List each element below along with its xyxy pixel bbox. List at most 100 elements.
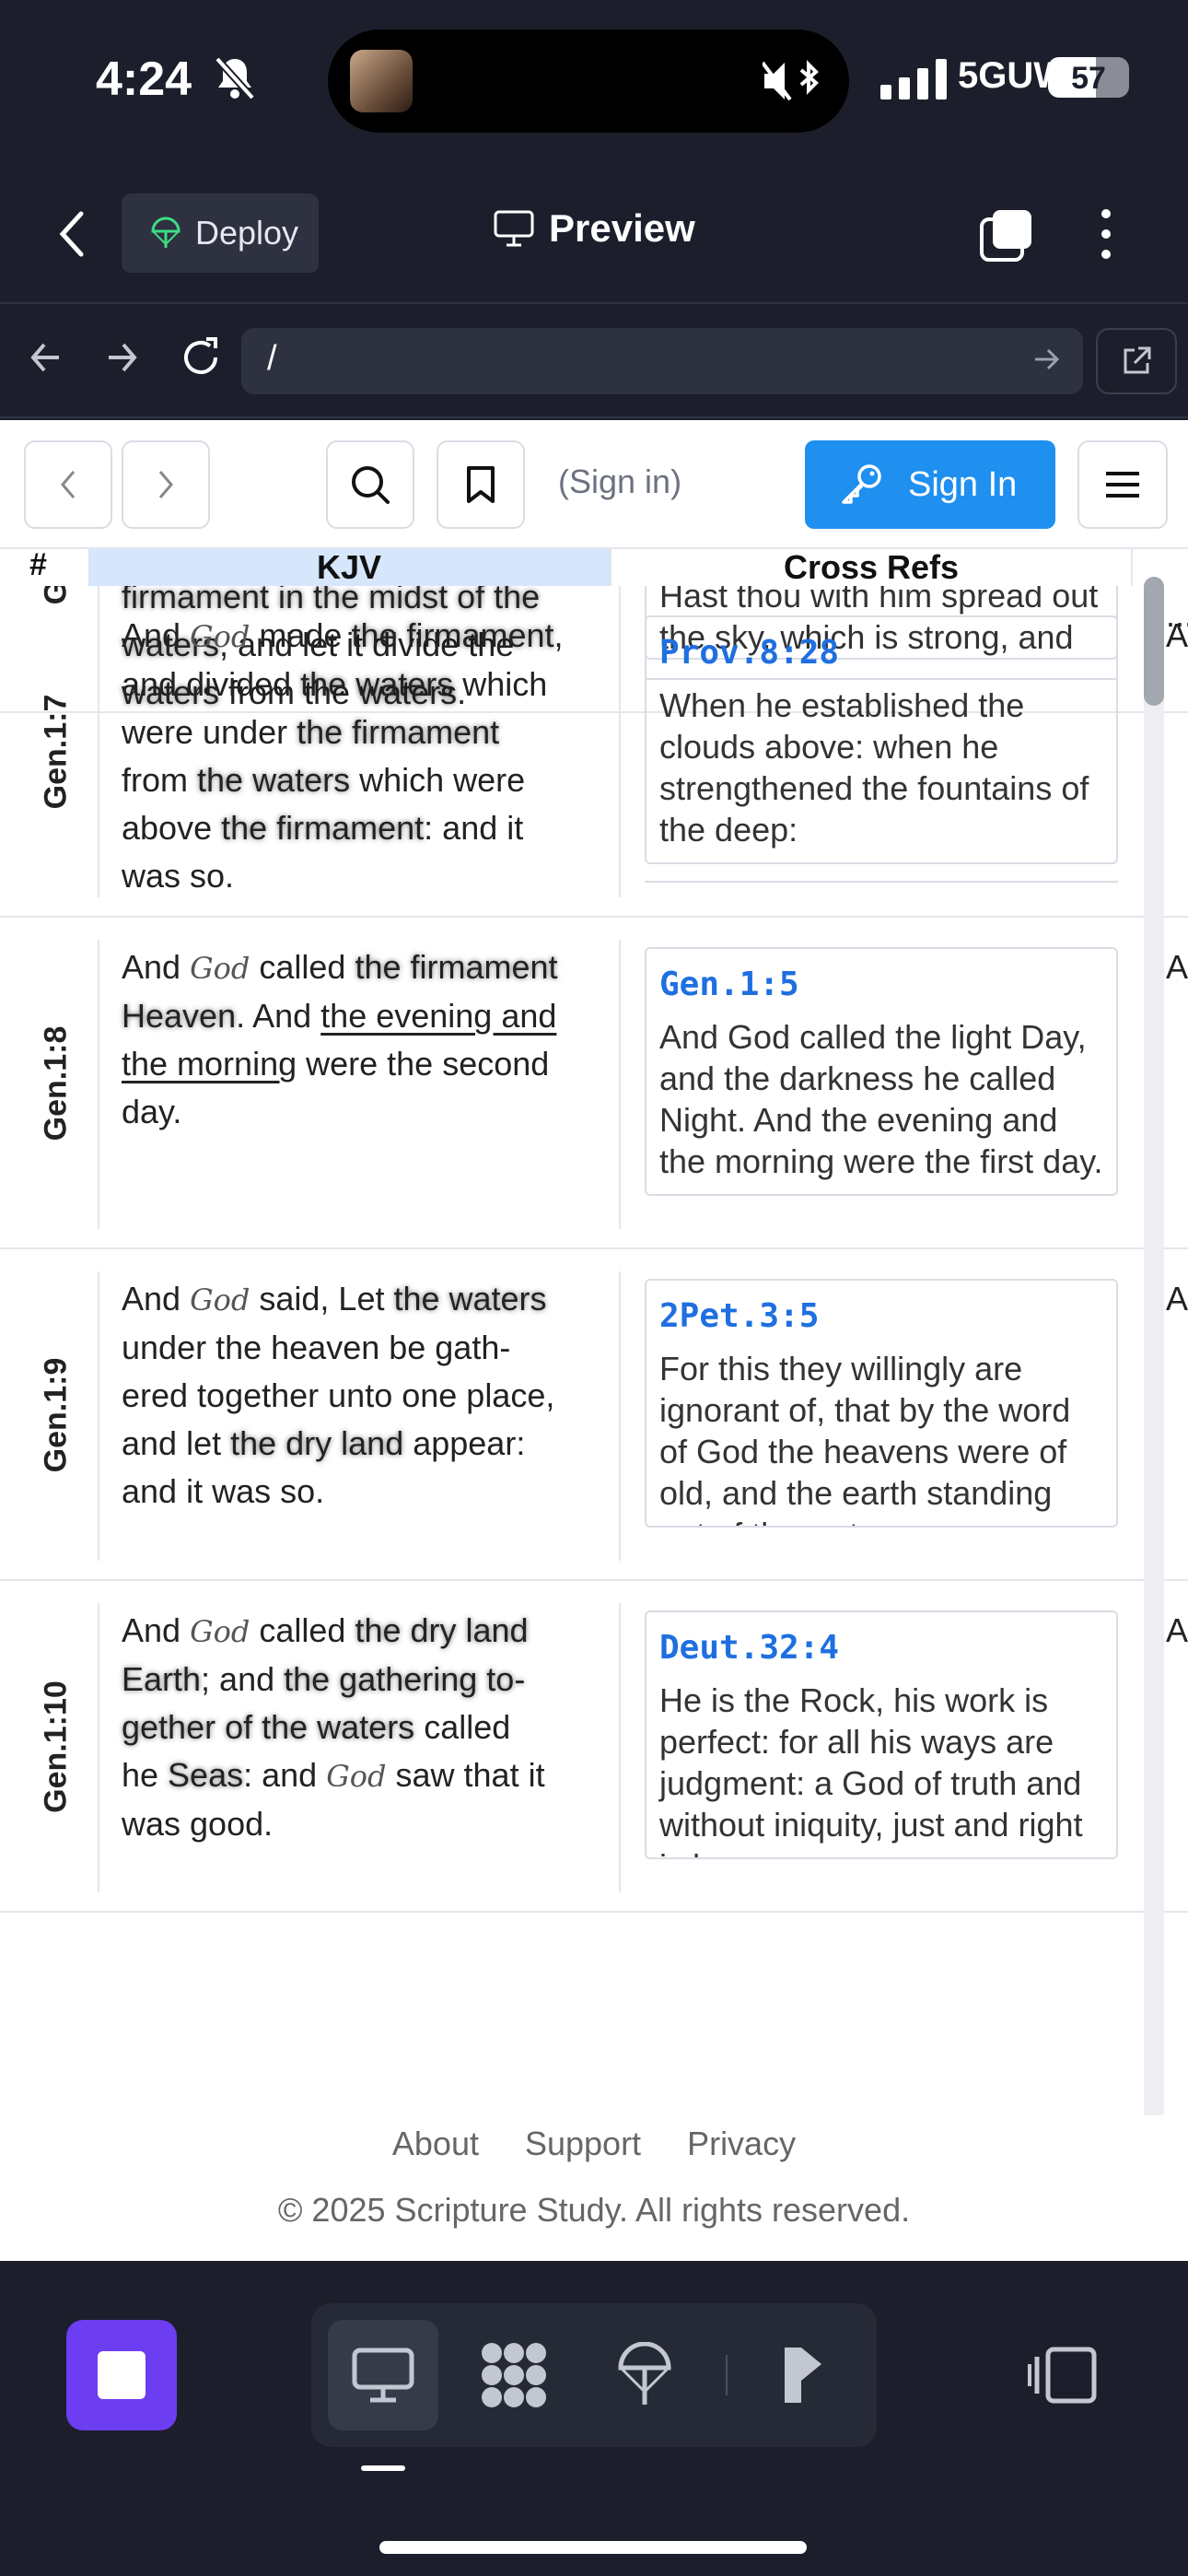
- footer-link-privacy[interactable]: Privacy: [687, 2125, 796, 2163]
- table-row: Gen.1:9 And God said, Let the waters und…: [0, 1249, 1188, 1581]
- verse-text: And God said, Let the waters under the h…: [122, 1280, 555, 1510]
- more-options-icon[interactable]: [1092, 206, 1120, 262]
- status-time: 4:24: [96, 53, 192, 106]
- verse-ref[interactable]: Gen.1:8: [33, 918, 79, 1249]
- table-row: Gen.1:10 And God called the dry land Ear…: [0, 1581, 1188, 1913]
- now-playing-artwork: [350, 50, 413, 112]
- nav-back-icon[interactable]: [28, 339, 64, 376]
- chevron-right-icon: [158, 471, 173, 498]
- cross-ref-text: He is the Rock, his work is perfect: for…: [659, 1681, 1083, 1857]
- preview-view-button[interactable]: [328, 2320, 438, 2430]
- open-external-button[interactable]: [1096, 328, 1177, 394]
- verse-ref[interactable]: Gen.1:10: [33, 1581, 79, 1913]
- signal-icon: [880, 59, 947, 100]
- vertical-scrollbar[interactable]: [1144, 577, 1164, 2121]
- split-pane-icon[interactable]: [1028, 2346, 1098, 2405]
- next-column-peek: A: [1166, 1280, 1188, 1317]
- deploy-icon: [618, 2342, 671, 2405]
- mute-bluetooth-icon: [763, 60, 819, 101]
- stop-button[interactable]: [66, 2320, 177, 2430]
- next-column-peek: A: [1166, 616, 1188, 654]
- verse-ref[interactable]: Gen.1:9: [33, 1249, 79, 1581]
- deploy-button[interactable]: Deploy: [122, 193, 319, 273]
- cross-ref-card[interactable]: 2Pet.3:5 For this they willingly are ign…: [645, 1279, 1118, 1528]
- view-switcher: [311, 2303, 877, 2447]
- status-bar: 4:24 5GUW 57: [0, 0, 1188, 166]
- table-header: # KJV Cross Refs: [0, 547, 1188, 586]
- deploy-view-button[interactable]: [589, 2320, 700, 2430]
- verse-text: And God called the firmament Heaven. And…: [122, 948, 558, 1130]
- menu-button[interactable]: [1077, 440, 1168, 529]
- footer-link-support[interactable]: Support: [525, 2125, 641, 2163]
- agent-view-button[interactable]: [748, 2320, 858, 2430]
- verse-ref[interactable]: Gen.1:7: [33, 586, 79, 918]
- nav-forward-icon[interactable]: [103, 339, 140, 376]
- back-chevron-icon[interactable]: [55, 208, 88, 260]
- monitor-icon: [494, 210, 534, 247]
- cross-ref-card[interactable]: Gen.1:5 And God called the light Day, an…: [645, 947, 1118, 1196]
- verse-table: Gen.1:6 firmament in the midst of the wa…: [0, 586, 1188, 2001]
- battery-level: 57: [1071, 61, 1106, 96]
- site-footer: About Support Privacy © 2025 Scripture S…: [0, 2115, 1188, 2261]
- footer-link-about[interactable]: About: [392, 2125, 479, 2163]
- column-header-kjv[interactable]: KJV: [88, 549, 610, 586]
- chevron-left-icon: [61, 471, 76, 498]
- tabs-icon[interactable]: [978, 206, 1035, 263]
- next-column-peek: A: [1166, 1611, 1188, 1649]
- verse-text: And God called the dry land Earth; and t…: [122, 1611, 545, 1843]
- url-text: /: [267, 339, 277, 378]
- active-indicator: [361, 2465, 405, 2471]
- go-arrow-icon[interactable]: [1031, 345, 1061, 374]
- copyright-text: © 2025 Scripture Study. All rights reser…: [277, 2191, 911, 2229]
- column-header-cross-refs[interactable]: Cross Refs: [610, 549, 1133, 586]
- dynamic-island: [328, 29, 849, 133]
- stop-icon: [98, 2351, 146, 2399]
- home-indicator[interactable]: [379, 2541, 807, 2554]
- monitor-icon: [352, 2348, 414, 2403]
- hamburger-icon: [1106, 472, 1139, 498]
- web-page: (Sign in) Sign In # KJV Cross Refs Gen.1…: [0, 420, 1188, 2261]
- bottom-dock: [0, 2261, 1188, 2576]
- bookmark-icon: [467, 466, 495, 503]
- prev-button[interactable]: [24, 440, 112, 529]
- cross-ref-card[interactable]: Deut.32:4 He is the Rock, his work is pe…: [645, 1610, 1118, 1859]
- search-icon: [352, 466, 390, 504]
- site-header: (Sign in) Sign In: [0, 420, 1188, 549]
- apps-view-button[interactable]: [459, 2320, 569, 2430]
- app-toolbar: Deploy Preview: [0, 166, 1188, 304]
- next-button[interactable]: [122, 440, 210, 529]
- apps-grid-icon: [482, 2343, 546, 2407]
- deploy-icon: [151, 217, 181, 248]
- cross-ref-link[interactable]: Gen.1:5: [659, 966, 1103, 1003]
- cross-ref-text: When he established the clouds above: wh…: [659, 686, 1089, 849]
- key-icon: [842, 464, 881, 504]
- signin-hint: (Sign in): [558, 463, 682, 500]
- bell-muted-icon: [215, 56, 255, 100]
- cross-ref-card[interactable]: Prov.8:28 When he established the clouds…: [645, 615, 1118, 864]
- table-row: Gen.1:8 And God called the firmament Hea…: [0, 918, 1188, 1249]
- browser-bar: /: [0, 304, 1188, 418]
- cross-ref-link[interactable]: Prov.8:28: [659, 634, 1103, 672]
- scrollbar-thumb[interactable]: [1144, 577, 1164, 706]
- verse-text: And God made the firmament, and divided …: [122, 616, 564, 895]
- preview-title[interactable]: Preview: [494, 206, 695, 251]
- external-link-icon: [1124, 346, 1151, 374]
- cross-ref-link[interactable]: Deut.32:4: [659, 1629, 1103, 1667]
- table-row: Gen.1:7 And God made the firmament, and …: [0, 586, 1188, 918]
- column-header-ref: #: [29, 547, 47, 582]
- url-input[interactable]: /: [241, 328, 1083, 394]
- sign-in-label: Sign In: [908, 464, 1018, 504]
- cross-ref-link[interactable]: 2Pet.3:5: [659, 1297, 1103, 1335]
- agent-icon: [785, 2348, 821, 2403]
- cross-ref-text: And God called the light Day, and the da…: [659, 1018, 1103, 1180]
- sign-in-button[interactable]: Sign In: [805, 440, 1055, 529]
- deploy-label: Deploy: [195, 214, 299, 252]
- preview-label: Preview: [549, 206, 695, 250]
- search-button[interactable]: [326, 440, 414, 529]
- bookmark-button[interactable]: [437, 440, 525, 529]
- dock-separator: [726, 2355, 728, 2395]
- next-column-peek: A: [1166, 948, 1188, 986]
- cross-ref-text: For this they willingly are ignorant of,…: [659, 1350, 1071, 1526]
- reload-icon[interactable]: [179, 335, 223, 380]
- battery-icon: 57: [1048, 57, 1129, 98]
